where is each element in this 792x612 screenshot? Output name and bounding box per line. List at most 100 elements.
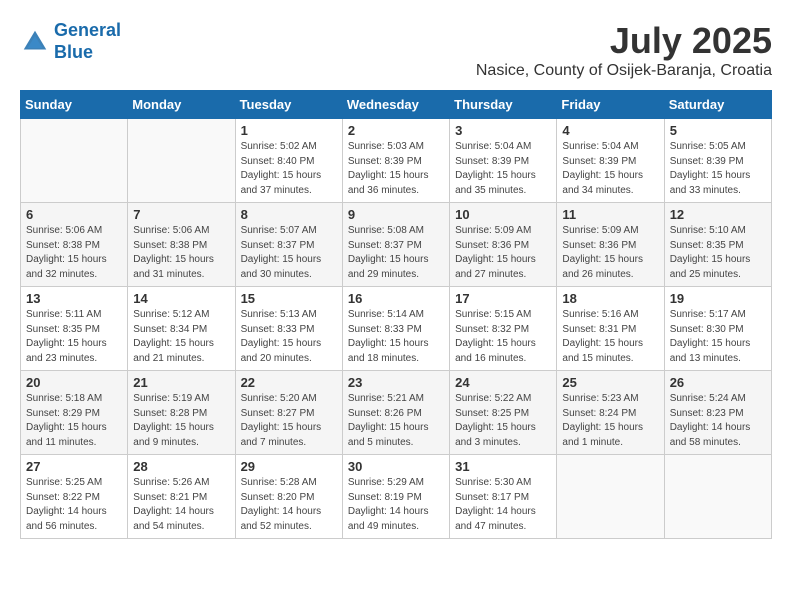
day-info: Sunrise: 5:30 AMSunset: 8:17 PMDaylight:… (455, 476, 551, 534)
calendar-cell: 26Sunrise: 5:24 AMSunset: 8:23 PMDayligh… (664, 371, 771, 455)
logo-text: General Blue (54, 20, 121, 63)
day-info: Sunrise: 5:11 AMSunset: 8:35 PMDaylight:… (26, 308, 122, 366)
weekday-header-row: SundayMondayTuesdayWednesdayThursdayFrid… (21, 91, 772, 119)
page-header: General Blue July 2025 Nasice, County of… (20, 20, 772, 80)
day-number: 3 (455, 123, 551, 138)
calendar-cell: 9 Sunrise: 5:08 AMSunset: 8:37 PMDaylight… (342, 203, 449, 287)
day-info: Sunrise: 5:08 AMSunset: 8:37 PMDaylight:… (348, 224, 444, 282)
day-info: Sunrise: 5:10 AMSunset: 8:35 PMDaylight:… (670, 224, 766, 282)
day-number: 4 (562, 123, 658, 138)
day-number: 12 (670, 207, 766, 222)
calendar-cell: 4 Sunrise: 5:04 AMSunset: 8:39 PMDaylight… (557, 119, 664, 203)
location-subtitle: Nasice, County of Osijek-Baranja, Croati… (476, 62, 772, 80)
calendar-cell: 31 Sunrise: 5:30 AMSunset: 8:17 PMDayligh… (450, 455, 557, 539)
day-number: 29 (241, 459, 337, 474)
day-number: 6 (26, 207, 122, 222)
day-info: Sunrise: 5:07 AMSunset: 8:37 PMDaylight:… (241, 224, 337, 282)
day-info: Sunrise: 5:24 AMSunset: 8:23 PMDaylight:… (670, 392, 766, 450)
calendar-table: SundayMondayTuesdayWednesdayThursdayFrid… (20, 90, 772, 539)
day-info: Sunrise: 5:20 AMSunset: 8:27 PMDaylight:… (241, 392, 337, 450)
day-info: Sunrise: 5:22 AMSunset: 8:25 PMDaylight:… (455, 392, 551, 450)
calendar-cell: 20Sunrise: 5:18 AMSunset: 8:29 PMDayligh… (21, 371, 128, 455)
day-info: Sunrise: 5:13 AMSunset: 8:33 PMDaylight:… (241, 308, 337, 366)
day-number: 1 (241, 123, 337, 138)
calendar-cell: 12 Sunrise: 5:10 AMSunset: 8:35 PMDayligh… (664, 203, 771, 287)
day-number: 31 (455, 459, 551, 474)
day-number: 9 (348, 207, 444, 222)
day-number: 15 (241, 291, 337, 306)
calendar-week-row: 1 Sunrise: 5:02 AMSunset: 8:40 PMDaylight… (21, 119, 772, 203)
day-info: Sunrise: 5:12 AMSunset: 8:34 PMDaylight:… (133, 308, 229, 366)
day-info: Sunrise: 5:21 AMSunset: 8:26 PMDaylight:… (348, 392, 444, 450)
day-info: Sunrise: 5:02 AMSunset: 8:40 PMDaylight:… (241, 140, 337, 198)
day-number: 21 (133, 375, 229, 390)
logo: General Blue (20, 20, 121, 63)
day-number: 25 (562, 375, 658, 390)
weekday-header: Monday (128, 91, 235, 119)
day-info: Sunrise: 5:03 AMSunset: 8:39 PMDaylight:… (348, 140, 444, 198)
day-info: Sunrise: 5:09 AMSunset: 8:36 PMDaylight:… (562, 224, 658, 282)
calendar-cell: 21Sunrise: 5:19 AMSunset: 8:28 PMDayligh… (128, 371, 235, 455)
day-info: Sunrise: 5:28 AMSunset: 8:20 PMDaylight:… (241, 476, 337, 534)
day-info: Sunrise: 5:06 AMSunset: 8:38 PMDaylight:… (133, 224, 229, 282)
day-number: 24 (455, 375, 551, 390)
calendar-cell: 1 Sunrise: 5:02 AMSunset: 8:40 PMDaylight… (235, 119, 342, 203)
day-number: 2 (348, 123, 444, 138)
day-number: 14 (133, 291, 229, 306)
day-info: Sunrise: 5:04 AMSunset: 8:39 PMDaylight:… (455, 140, 551, 198)
day-info: Sunrise: 5:14 AMSunset: 8:33 PMDaylight:… (348, 308, 444, 366)
day-info: Sunrise: 5:26 AMSunset: 8:21 PMDaylight:… (133, 476, 229, 534)
calendar-cell: 25Sunrise: 5:23 AMSunset: 8:24 PMDayligh… (557, 371, 664, 455)
weekday-header: Tuesday (235, 91, 342, 119)
day-number: 16 (348, 291, 444, 306)
calendar-cell: 13Sunrise: 5:11 AMSunset: 8:35 PMDayligh… (21, 287, 128, 371)
calendar-cell: 17 Sunrise: 5:15 AMSunset: 8:32 PMDayligh… (450, 287, 557, 371)
day-info: Sunrise: 5:29 AMSunset: 8:19 PMDaylight:… (348, 476, 444, 534)
day-info: Sunrise: 5:18 AMSunset: 8:29 PMDaylight:… (26, 392, 122, 450)
day-info: Sunrise: 5:05 AMSunset: 8:39 PMDaylight:… (670, 140, 766, 198)
day-number: 8 (241, 207, 337, 222)
day-number: 18 (562, 291, 658, 306)
day-number: 23 (348, 375, 444, 390)
logo-icon (20, 27, 50, 57)
calendar-week-row: 27 Sunrise: 5:25 AMSunset: 8:22 PMDayligh… (21, 455, 772, 539)
weekday-header: Saturday (664, 91, 771, 119)
day-info: Sunrise: 5:06 AMSunset: 8:38 PMDaylight:… (26, 224, 122, 282)
calendar-cell: 3 Sunrise: 5:04 AMSunset: 8:39 PMDaylight… (450, 119, 557, 203)
calendar-week-row: 13Sunrise: 5:11 AMSunset: 8:35 PMDayligh… (21, 287, 772, 371)
calendar-cell: 19Sunrise: 5:17 AMSunset: 8:30 PMDayligh… (664, 287, 771, 371)
calendar-cell (128, 119, 235, 203)
day-info: Sunrise: 5:09 AMSunset: 8:36 PMDaylight:… (455, 224, 551, 282)
calendar-week-row: 6 Sunrise: 5:06 AMSunset: 8:38 PMDaylight… (21, 203, 772, 287)
calendar-cell: 30 Sunrise: 5:29 AMSunset: 8:19 PMDayligh… (342, 455, 449, 539)
calendar-cell: 14 Sunrise: 5:12 AMSunset: 8:34 PMDayligh… (128, 287, 235, 371)
day-info: Sunrise: 5:04 AMSunset: 8:39 PMDaylight:… (562, 140, 658, 198)
day-number: 17 (455, 291, 551, 306)
calendar-week-row: 20Sunrise: 5:18 AMSunset: 8:29 PMDayligh… (21, 371, 772, 455)
weekday-header: Friday (557, 91, 664, 119)
day-info: Sunrise: 5:17 AMSunset: 8:30 PMDaylight:… (670, 308, 766, 366)
calendar-cell: 5 Sunrise: 5:05 AMSunset: 8:39 PMDaylight… (664, 119, 771, 203)
day-info: Sunrise: 5:16 AMSunset: 8:31 PMDaylight:… (562, 308, 658, 366)
calendar-cell: 24 Sunrise: 5:22 AMSunset: 8:25 PMDayligh… (450, 371, 557, 455)
day-info: Sunrise: 5:15 AMSunset: 8:32 PMDaylight:… (455, 308, 551, 366)
day-number: 5 (670, 123, 766, 138)
calendar-cell: 2 Sunrise: 5:03 AMSunset: 8:39 PMDaylight… (342, 119, 449, 203)
day-number: 11 (562, 207, 658, 222)
calendar-cell (664, 455, 771, 539)
calendar-cell: 16 Sunrise: 5:14 AMSunset: 8:33 PMDayligh… (342, 287, 449, 371)
calendar-cell: 18 Sunrise: 5:16 AMSunset: 8:31 PMDayligh… (557, 287, 664, 371)
calendar-cell: 15 Sunrise: 5:13 AMSunset: 8:33 PMDayligh… (235, 287, 342, 371)
day-number: 10 (455, 207, 551, 222)
day-number: 22 (241, 375, 337, 390)
calendar-cell: 7Sunrise: 5:06 AMSunset: 8:38 PMDaylight… (128, 203, 235, 287)
day-number: 30 (348, 459, 444, 474)
weekday-header: Sunday (21, 91, 128, 119)
calendar-cell: 8 Sunrise: 5:07 AMSunset: 8:37 PMDaylight… (235, 203, 342, 287)
day-number: 27 (26, 459, 122, 474)
month-year-title: July 2025 (476, 20, 772, 62)
day-info: Sunrise: 5:25 AMSunset: 8:22 PMDaylight:… (26, 476, 122, 534)
weekday-header: Wednesday (342, 91, 449, 119)
calendar-cell: 27 Sunrise: 5:25 AMSunset: 8:22 PMDayligh… (21, 455, 128, 539)
title-section: July 2025 Nasice, County of Osijek-Baran… (476, 20, 772, 80)
